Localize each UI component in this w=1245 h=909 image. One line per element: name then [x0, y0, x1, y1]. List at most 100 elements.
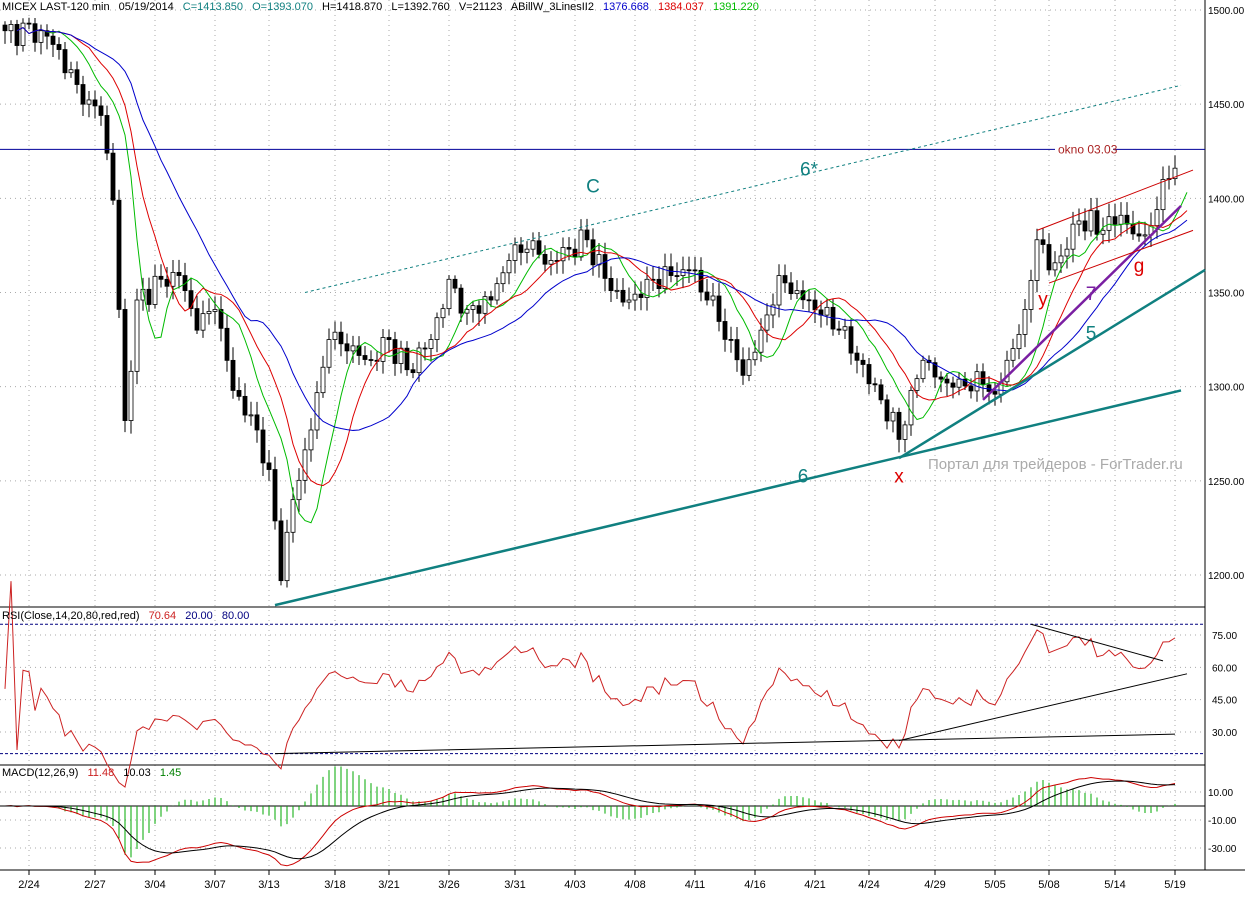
- low-value: L=1392.760: [391, 1, 450, 13]
- high-value: H=1418.870: [322, 1, 383, 13]
- chart-window: 2/24 2/27 3/04 3/07 3/13 3/18 3/21 3/26 3/31 4/03…: [0, 0, 1245, 909]
- macd-tick-label: -30.00: [1208, 844, 1237, 855]
- candle-up: [548, 260, 554, 265]
- candle-up: [1028, 280, 1034, 310]
- candle-down: [740, 359, 746, 376]
- x-tick-label: 3/07: [204, 879, 225, 891]
- ma-fast-line: [16, 26, 1188, 524]
- candle-up: [128, 370, 134, 421]
- candle-down: [986, 384, 992, 392]
- symbol-label: MICEX LAST-120 min: [2, 1, 110, 13]
- price-tick-label: 1450.00: [1208, 100, 1245, 111]
- candle-down: [338, 331, 344, 345]
- candle-down: [50, 35, 56, 45]
- candle-down: [2, 24, 8, 32]
- candle-down: [194, 308, 200, 331]
- candle-down: [968, 385, 974, 392]
- candle-down: [788, 282, 794, 295]
- x-tick-label: 4/29: [924, 879, 945, 891]
- candle-down: [728, 339, 734, 341]
- x-tick-label: 4/03: [564, 879, 585, 891]
- x-tick-label: 2/24: [18, 879, 39, 891]
- candle-up: [428, 339, 434, 349]
- candle-down: [230, 359, 236, 391]
- candle-up: [776, 275, 782, 306]
- candle-down: [386, 337, 392, 340]
- candle-up: [524, 248, 530, 253]
- date-label: 05/19/2014: [118, 1, 174, 13]
- candle-up: [758, 329, 764, 353]
- candle-up: [890, 411, 896, 422]
- macd-signal: 10.03: [123, 767, 151, 779]
- x-tick-label: 5/19: [1164, 879, 1185, 891]
- candle-down: [104, 115, 110, 154]
- rsi-tick-label: 45.00: [1212, 696, 1237, 707]
- candle-up: [1160, 179, 1166, 211]
- candle-down: [944, 378, 950, 384]
- candle-down: [1094, 210, 1100, 235]
- candle-down: [1040, 239, 1046, 245]
- macd-hist: 1.45: [159, 767, 182, 779]
- rsi-tick-label: 30.00: [1212, 728, 1237, 739]
- candle-down: [992, 391, 998, 395]
- rsi-trendline: [898, 673, 1188, 742]
- candle-down: [188, 290, 194, 309]
- candle-down: [254, 414, 260, 431]
- candle-down: [608, 278, 614, 292]
- candle-down: [722, 321, 728, 340]
- x-tick-label: 2/27: [84, 879, 105, 891]
- line-6-trendline: [274, 389, 1182, 607]
- candle-up: [512, 244, 518, 261]
- candle-down: [1046, 244, 1052, 271]
- candle-down: [704, 291, 710, 301]
- candle-down: [56, 44, 62, 50]
- candle-up: [1118, 214, 1124, 225]
- candle-down: [260, 429, 266, 464]
- candle-down: [518, 244, 524, 253]
- price-tick-label: 1350.00: [1208, 288, 1245, 299]
- candle-up: [1076, 220, 1082, 225]
- x-tick-label: 5/14: [1104, 879, 1125, 891]
- candles: [2, 17, 1178, 588]
- macd-label: MACD(12,26,9): [2, 767, 79, 779]
- candle-up: [212, 309, 218, 312]
- candle-down: [734, 339, 740, 361]
- candle-down: [938, 376, 944, 380]
- candle-up: [974, 371, 980, 392]
- candle-up: [1106, 216, 1112, 231]
- candle-down: [122, 309, 128, 421]
- candle-down: [272, 469, 278, 522]
- candle-up: [746, 359, 752, 376]
- candle-down: [854, 352, 860, 361]
- candle-up: [842, 326, 848, 331]
- x-tick-label: 3/18: [324, 879, 345, 891]
- x-tick-label: 3/26: [438, 879, 459, 891]
- wave-label: y: [1038, 290, 1048, 311]
- candle-up: [20, 22, 26, 46]
- candle-down: [422, 347, 428, 350]
- candle-up: [296, 479, 302, 501]
- candle-up: [956, 378, 962, 388]
- candle-up: [326, 339, 332, 368]
- macd-tick-label: -10.00: [1208, 816, 1237, 827]
- candle-down: [392, 339, 398, 364]
- candle-down: [224, 327, 230, 361]
- candle-up: [314, 392, 320, 431]
- candle-down: [878, 384, 884, 401]
- candle-down: [32, 23, 38, 43]
- candle-up: [1022, 309, 1028, 335]
- price-tick-label: 1250.00: [1208, 477, 1245, 488]
- candle-down: [488, 296, 494, 301]
- x-tick-label: 3/13: [258, 879, 279, 891]
- volume-value: V=21123: [458, 1, 503, 13]
- candle-down: [110, 152, 116, 201]
- candle-down: [848, 326, 854, 354]
- wave-label: 7: [1086, 284, 1097, 305]
- candle-down: [950, 382, 956, 388]
- candle-down: [452, 278, 458, 289]
- candle-down: [860, 359, 866, 365]
- candle-down: [620, 289, 626, 303]
- macd-tick-label: 10.00: [1208, 788, 1233, 799]
- candle-down: [896, 411, 902, 440]
- x-tick-label: 5/08: [1038, 879, 1059, 891]
